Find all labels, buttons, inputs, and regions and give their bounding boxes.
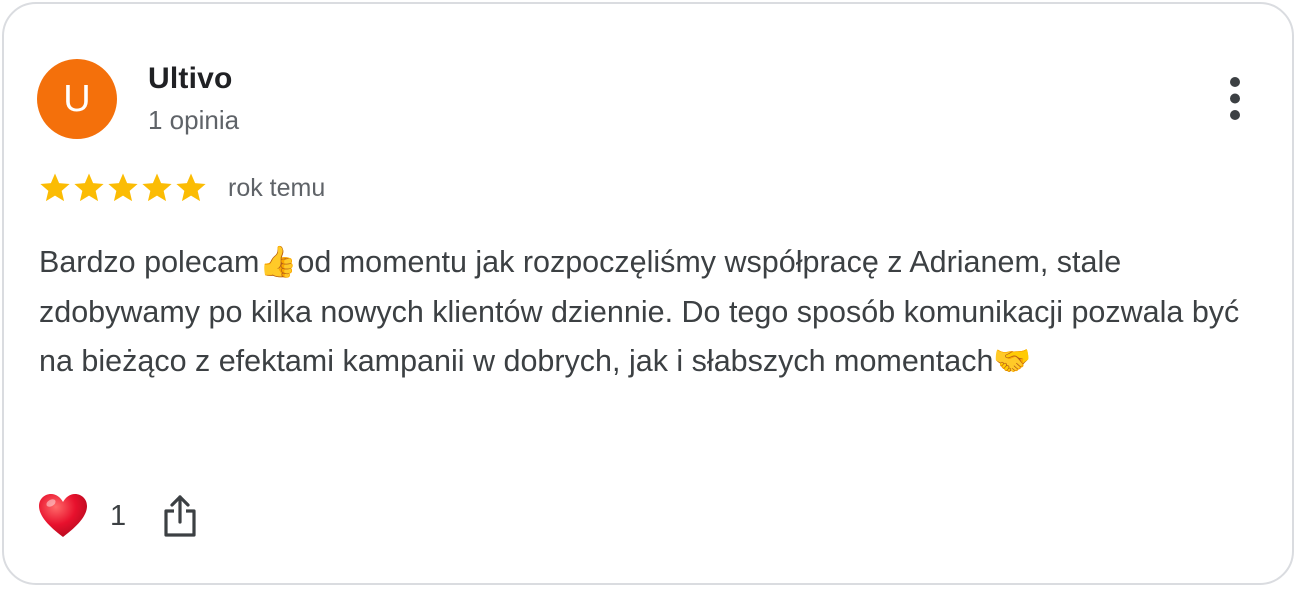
author-review-count: 1 opinia [148, 105, 240, 135]
more-vert-icon [1230, 77, 1240, 120]
heart-icon [39, 494, 87, 537]
star-icon [108, 173, 138, 202]
like-count: 1 [110, 499, 127, 532]
rating-row: rok temu [38, 168, 325, 208]
like-button[interactable]: 1 [38, 493, 126, 539]
review-date: rok temu [228, 173, 326, 202]
avatar-initial: U [63, 77, 91, 120]
star-icon [74, 173, 104, 202]
avatar[interactable]: U [37, 59, 117, 139]
star-rating [38, 171, 208, 205]
review-actions: 1 [38, 488, 198, 544]
author-name[interactable]: Ultivo [148, 62, 233, 96]
star-icon [176, 173, 206, 202]
more-options-button[interactable] [1210, 72, 1260, 128]
star-icon [142, 173, 172, 202]
share-button[interactable] [162, 494, 198, 538]
review-text: Bardzo polecam👍od momentu jak rozpoczęli… [39, 245, 1240, 378]
review-card: U Ultivo 1 opinia rok temu Bardzo poleca… [2, 2, 1294, 585]
share-icon [164, 495, 196, 537]
star-icon [40, 173, 70, 202]
